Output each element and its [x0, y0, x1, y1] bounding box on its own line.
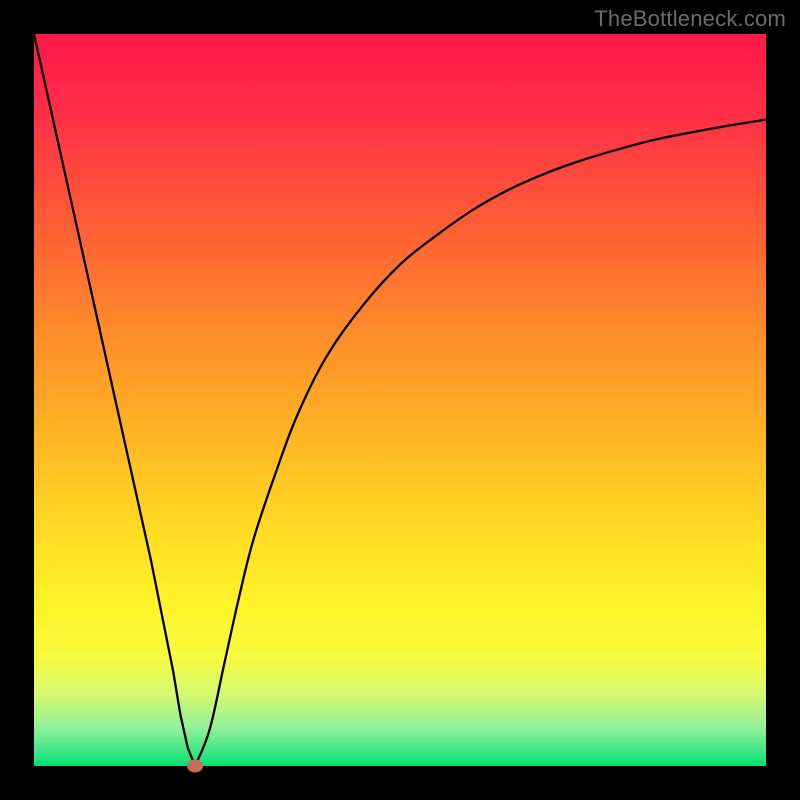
curve-left-branch — [34, 34, 195, 766]
chart-svg — [34, 34, 766, 766]
plot-area — [34, 34, 766, 766]
watermark-text: TheBottleneck.com — [594, 6, 786, 32]
curve-right-branch — [195, 120, 766, 766]
chart-frame: TheBottleneck.com — [0, 0, 800, 800]
minimum-marker — [187, 760, 203, 773]
